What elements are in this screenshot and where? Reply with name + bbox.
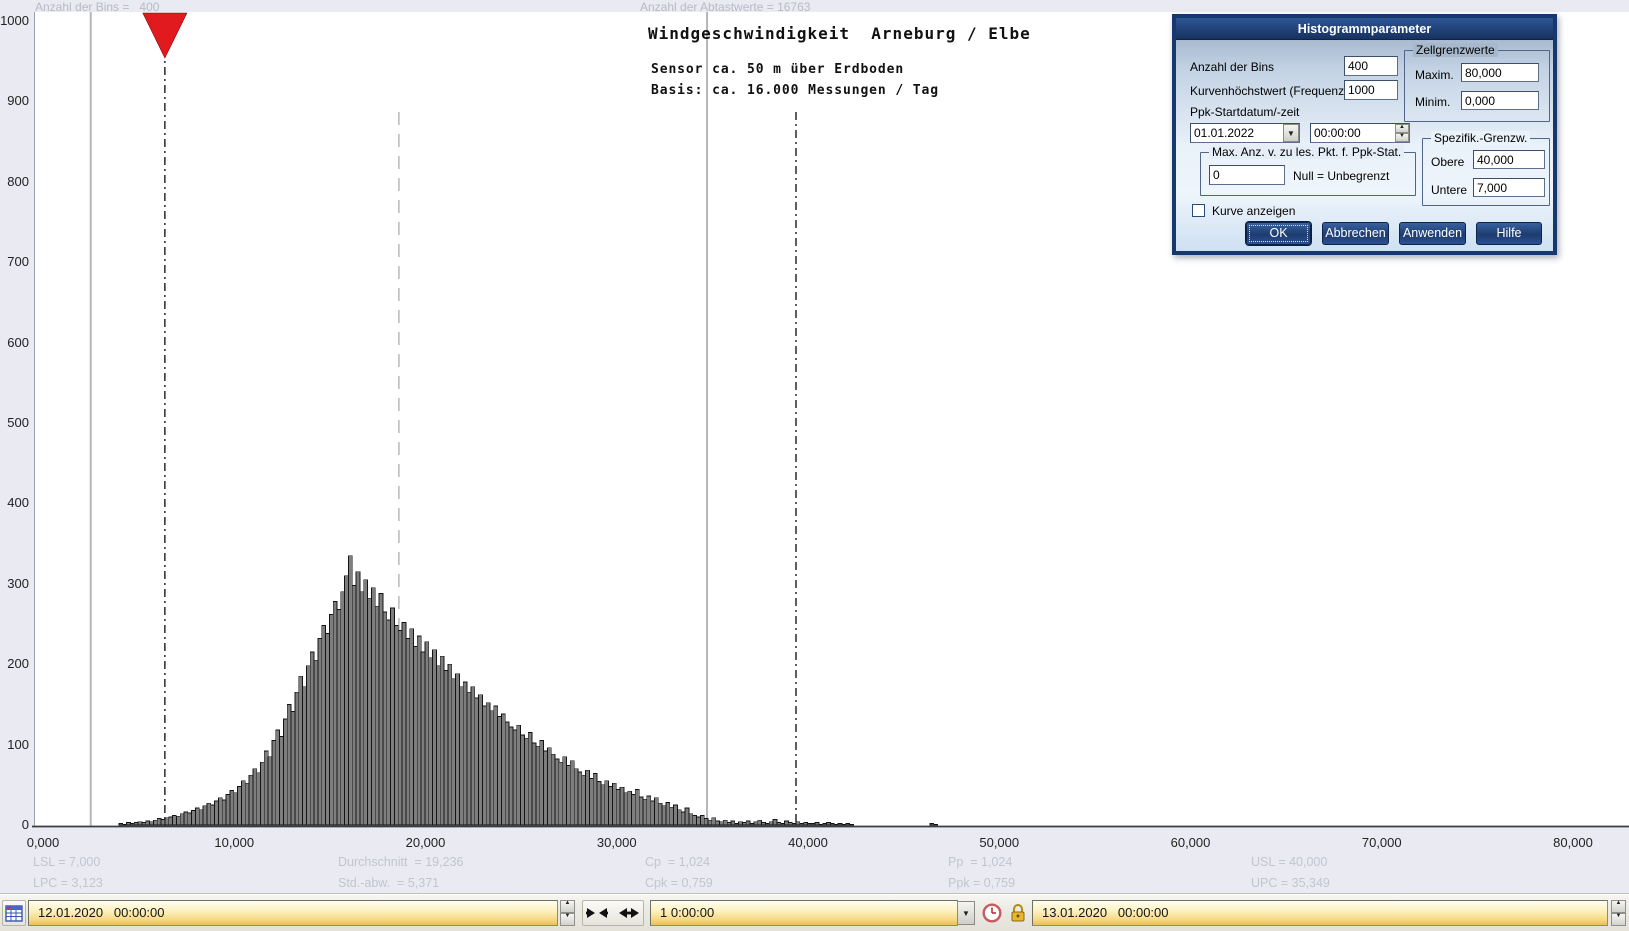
start-spin-down-icon[interactable]: ▼ [560, 913, 575, 926]
samples-count-label: Anzahl der Abtastwerte = 16763 [640, 0, 810, 14]
ppk-date-dropdown-icon[interactable]: ▼ [1283, 124, 1299, 142]
cell-max-label: Maxim. [1415, 68, 1454, 82]
y-tick-label: 300 [0, 576, 29, 591]
y-tick-label: 0 [0, 817, 29, 832]
cancel-button[interactable]: Abbrechen [1322, 222, 1389, 245]
x-tick-label: 60,000 [1156, 835, 1226, 850]
stat-label: LPC = 3,123 [33, 876, 103, 890]
end-datetime-spinner: ▲ ▼ [1611, 900, 1626, 926]
y-tick-label: 800 [0, 174, 29, 189]
start-spin-up-icon[interactable]: ▲ [560, 900, 575, 913]
calendar-icon [5, 904, 23, 922]
shrink-range-icon[interactable] [586, 906, 608, 920]
spec-limits-group: Spezifik.-Grenzw. Obere 40,000 Untere 7,… [1422, 138, 1550, 206]
x-tick-label: 50,000 [964, 835, 1034, 850]
y-tick-label: 400 [0, 495, 29, 510]
stat-label: Cpk = 0,759 [645, 876, 713, 890]
y-tick-label: 500 [0, 415, 29, 430]
x-tick-label: 80,000 [1538, 835, 1608, 850]
stat-label: UPC = 35,349 [1251, 876, 1330, 890]
apply-button[interactable]: Anwenden [1399, 222, 1466, 245]
max-points-input[interactable]: 0 [1209, 165, 1285, 185]
stat-label: Cp = 1,024 [645, 855, 710, 869]
clock-icon [982, 903, 1002, 923]
max-points-group-title: Max. Anz. v. zu les. Pkt. f. Ppk-Stat. [1209, 145, 1404, 159]
spec-lower-label: Untere [1431, 183, 1467, 197]
ppk-start-label: Ppk-Startdatum/-zeit [1190, 105, 1299, 119]
y-tick-label: 100 [0, 737, 29, 752]
expand-range-icon[interactable] [618, 906, 640, 920]
interval-field[interactable]: 1 0:00:00 [650, 900, 958, 926]
y-tick-label: 200 [0, 656, 29, 671]
cell-min-label: Minim. [1415, 95, 1450, 109]
histogram-parameters-dialog: Histogrammparameter Anzahl der Bins 400 … [1172, 14, 1557, 255]
stat-label: Std.-abw. = 5,371 [338, 876, 439, 890]
chart-subtitle-sensor: Sensor ca. 50 m über Erdboden [651, 62, 904, 77]
end-datetime-field[interactable]: 13.01.2020 00:00:00 [1032, 900, 1608, 926]
max-points-hint: Null = Unbegrenzt [1293, 169, 1389, 183]
cell-limits-group: Zellgrenzwerte Maxim. 80,000 Minim. 0,00… [1404, 50, 1550, 122]
y-tick-label: 600 [0, 335, 29, 350]
time-range-toolbar: 12.01.2020 00:00:00 ▲ ▼ 1 0:00:00 ▼ [0, 893, 1629, 931]
interval-dropdown-icon[interactable]: ▼ [957, 901, 975, 925]
spec-upper-label: Obere [1431, 155, 1464, 169]
ppk-time-up-icon[interactable]: ▲ [1395, 124, 1409, 133]
curve-max-input[interactable]: 1000 [1344, 80, 1398, 100]
stat-label: USL = 40,000 [1251, 855, 1327, 869]
clock-button[interactable] [980, 900, 1004, 926]
y-tick-label: 900 [0, 93, 29, 108]
x-tick-label: 30,000 [582, 835, 652, 850]
lock-button[interactable] [1006, 900, 1030, 926]
chart-title: Windgeschwindigkeit Arneburg / Elbe [648, 24, 1031, 43]
cell-max-input[interactable]: 80,000 [1461, 63, 1539, 82]
x-tick-label: 40,000 [773, 835, 843, 850]
spec-upper-input[interactable]: 40,000 [1473, 150, 1545, 169]
application-window: Anzahl der Bins = 400 Anzahl der Abtastw… [0, 0, 1629, 931]
show-curve-label: Kurve anzeigen [1212, 204, 1295, 218]
y-tick-label: 700 [0, 254, 29, 269]
start-datetime-field[interactable]: 12.01.2020 00:00:00 [28, 900, 558, 926]
y-tick-label: 1000 [0, 13, 29, 28]
chart-subtitle-basis: Basis: ca. 16.000 Messungen / Tag [651, 83, 939, 98]
ppk-time-down-icon[interactable]: ▼ [1395, 133, 1409, 142]
bins-count-label: Anzahl der Bins = 400 [35, 0, 159, 14]
x-tick-label: 20,000 [391, 835, 461, 850]
bins-field-label: Anzahl der Bins [1190, 60, 1274, 74]
lock-icon [1009, 903, 1027, 923]
end-spin-up-icon[interactable]: ▲ [1611, 900, 1626, 913]
stat-label: Durchschnitt = 19,236 [338, 855, 463, 869]
help-button[interactable]: Hilfe [1476, 222, 1542, 245]
dialog-titlebar[interactable]: Histogrammparameter [1176, 18, 1553, 40]
range-arrows-panel [582, 900, 644, 926]
ok-button[interactable]: OK [1246, 222, 1311, 245]
end-spin-down-icon[interactable]: ▼ [1611, 913, 1626, 926]
cell-limits-group-title: Zellgrenzwerte [1413, 43, 1498, 57]
cell-min-input[interactable]: 0,000 [1461, 91, 1539, 110]
max-points-group: Max. Anz. v. zu les. Pkt. f. Ppk-Stat. 0… [1200, 152, 1416, 196]
stat-label: LSL = 7,000 [33, 855, 100, 869]
x-tick-label: 0,000 [8, 835, 78, 850]
x-tick-label: 70,000 [1347, 835, 1417, 850]
x-tick-label: 10,000 [199, 835, 269, 850]
spec-limits-group-title: Spezifik.-Grenzw. [1431, 131, 1530, 145]
curve-max-field-label: Kurvenhöchstwert (Frequenz) [1190, 84, 1348, 98]
calendar-button[interactable] [2, 900, 26, 926]
show-curve-checkbox[interactable] [1192, 204, 1205, 217]
start-datetime-spinner: ▲ ▼ [560, 900, 575, 926]
stat-label: Ppk = 0,759 [948, 876, 1015, 890]
bins-input[interactable]: 400 [1344, 56, 1398, 76]
spec-lower-input[interactable]: 7,000 [1473, 178, 1545, 197]
stat-label: Pp = 1,024 [948, 855, 1012, 869]
